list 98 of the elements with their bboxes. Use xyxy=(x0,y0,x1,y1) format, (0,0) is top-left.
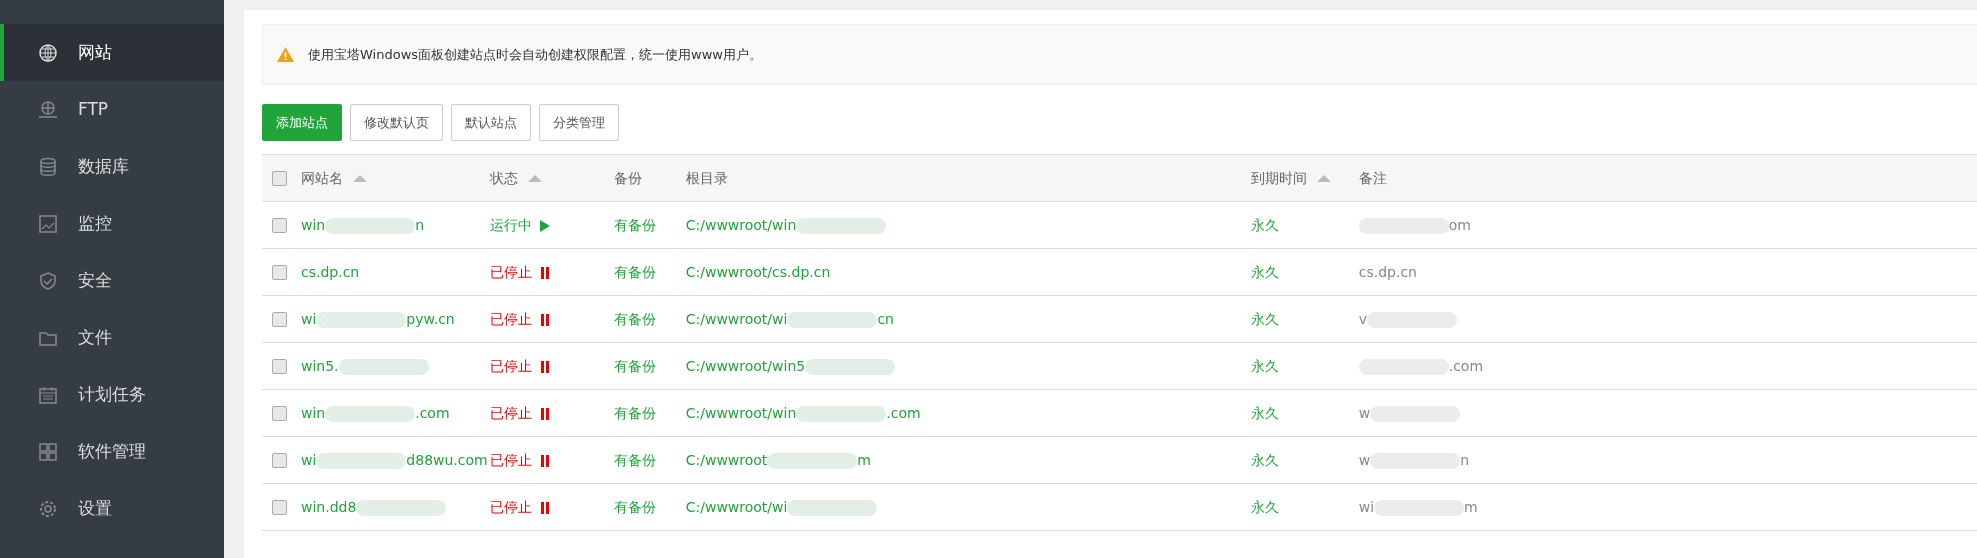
warning-icon xyxy=(277,47,294,62)
add-site-button[interactable]: 添加站点 xyxy=(262,104,342,141)
backup-link[interactable]: 有备份 xyxy=(613,357,656,374)
column-header: 根目录 xyxy=(685,169,728,186)
site-link[interactable]: win5. xyxy=(301,357,339,374)
site-link[interactable]: win.dd8 xyxy=(301,498,357,515)
site-link[interactable]: pyw.cn xyxy=(406,310,455,327)
status-link[interactable]: 运行中 xyxy=(489,216,532,233)
site-link[interactable]: win xyxy=(301,404,326,421)
row-checkbox[interactable] xyxy=(272,265,287,280)
globe-icon xyxy=(38,42,58,63)
grid-icon xyxy=(38,441,58,462)
pause-icon xyxy=(539,266,550,279)
site-link[interactable]: n xyxy=(415,216,425,233)
expiry-link[interactable]: 永久 xyxy=(1250,310,1279,327)
status-link[interactable]: 已停止 xyxy=(489,451,532,468)
note-text: v xyxy=(1358,310,1367,327)
status-link[interactable]: 已停止 xyxy=(489,263,532,280)
sidebar-item[interactable]: 计划任务 xyxy=(0,366,224,423)
status-link[interactable]: 已停止 xyxy=(489,357,532,374)
expiry-link[interactable]: 永久 xyxy=(1250,451,1279,468)
site-link[interactable]: d88wu.com xyxy=(406,451,488,468)
root-path-link[interactable]: C:/wwwroot/win xyxy=(685,216,797,233)
column-header[interactable]: 状态 xyxy=(489,169,518,186)
sidebar-item[interactable]: 网站 xyxy=(0,24,224,81)
root-path-link[interactable]: C:/wwwroot/wi xyxy=(685,498,788,515)
settings-icon xyxy=(38,498,58,519)
sidebar-item[interactable]: 数据库 xyxy=(0,138,224,195)
network-icon xyxy=(38,99,58,120)
row-checkbox[interactable] xyxy=(272,453,287,468)
toolbar-button[interactable]: 默认站点 xyxy=(451,104,531,141)
sidebar-item[interactable]: FTP xyxy=(0,81,224,138)
shield-icon xyxy=(38,270,58,291)
column-header: 备份 xyxy=(613,169,642,186)
backup-link[interactable]: 有备份 xyxy=(613,216,656,233)
note-text: om xyxy=(1448,216,1471,233)
column-header: 备注 xyxy=(1358,169,1387,186)
status-link[interactable]: 已停止 xyxy=(489,498,532,515)
sidebar-item[interactable]: 监控 xyxy=(0,195,224,252)
expiry-link[interactable]: 永久 xyxy=(1250,263,1279,280)
column-header[interactable]: 网站名 xyxy=(301,169,343,186)
notice-text: 使用宝塔Windows面板创建站点时会自动创建权限配置，统一使用www用户。 xyxy=(308,45,762,64)
root-path-link[interactable]: C:/wwwroot/cs.dp.cn xyxy=(685,263,831,280)
expiry-link[interactable]: 永久 xyxy=(1250,404,1279,421)
calendar-icon xyxy=(38,384,58,405)
pause-icon xyxy=(539,313,550,326)
note-text: w xyxy=(1358,404,1371,421)
site-link[interactable]: wi xyxy=(301,310,317,327)
root-path-link[interactable]: C:/wwwroot/win5 xyxy=(685,357,806,374)
backup-link[interactable]: 有备份 xyxy=(613,310,656,327)
row-checkbox[interactable] xyxy=(272,359,287,374)
sidebar-item[interactable]: 安全 xyxy=(0,252,224,309)
note-text: n xyxy=(1460,451,1470,468)
database-icon xyxy=(38,156,58,177)
row-checkbox[interactable] xyxy=(272,312,287,327)
play-icon xyxy=(539,219,550,232)
root-path-link[interactable]: cn xyxy=(877,310,894,327)
sidebar-item[interactable]: 软件管理 xyxy=(0,423,224,480)
expiry-link[interactable]: 永久 xyxy=(1250,498,1279,515)
site-link[interactable]: wi xyxy=(301,451,317,468)
root-path-link[interactable]: C:/wwwroot/wi xyxy=(685,310,788,327)
site-link[interactable]: win xyxy=(301,216,326,233)
root-path-link[interactable]: .com xyxy=(886,404,921,421)
root-path-link[interactable]: C:/wwwroot/win xyxy=(685,404,797,421)
expiry-link[interactable]: 永久 xyxy=(1250,357,1279,374)
sort-icon[interactable] xyxy=(1316,175,1331,182)
toolbar-button[interactable]: 修改默认页 xyxy=(350,104,443,141)
row-checkbox[interactable] xyxy=(272,406,287,421)
backup-link[interactable]: 有备份 xyxy=(613,451,656,468)
backup-link[interactable]: 有备份 xyxy=(613,263,656,280)
pause-icon xyxy=(539,454,550,467)
site-link[interactable]: cs.dp.cn xyxy=(301,263,360,280)
toolbar-button[interactable]: 分类管理 xyxy=(539,104,619,141)
chart-icon xyxy=(38,213,58,234)
pause-icon xyxy=(539,501,550,514)
status-link[interactable]: 已停止 xyxy=(489,310,532,327)
sidebar-item[interactable]: 文件 xyxy=(0,309,224,366)
note-text: cs.dp.cn xyxy=(1358,263,1417,280)
row-checkbox[interactable] xyxy=(272,218,287,233)
column-header[interactable]: 到期时间 xyxy=(1250,169,1307,186)
note-text: m xyxy=(1464,498,1478,515)
note-text: .com xyxy=(1448,357,1484,374)
note-text: w xyxy=(1358,451,1371,468)
pause-icon xyxy=(539,360,550,373)
expiry-link[interactable]: 永久 xyxy=(1250,216,1279,233)
select-all-checkbox[interactable] xyxy=(272,171,287,186)
backup-link[interactable]: 有备份 xyxy=(613,404,656,421)
sort-icon[interactable] xyxy=(527,175,542,182)
sidebar-item[interactable]: 设置 xyxy=(0,480,224,537)
row-checkbox[interactable] xyxy=(272,500,287,515)
status-link[interactable]: 已停止 xyxy=(489,404,532,421)
note-text: wi xyxy=(1358,498,1375,515)
root-path-link[interactable]: C:/wwwroot xyxy=(685,451,768,468)
sort-icon[interactable] xyxy=(353,175,367,182)
pause-icon xyxy=(539,407,550,420)
site-link[interactable]: .com xyxy=(415,404,450,421)
root-path-link[interactable]: m xyxy=(857,451,871,468)
backup-link[interactable]: 有备份 xyxy=(613,498,656,515)
